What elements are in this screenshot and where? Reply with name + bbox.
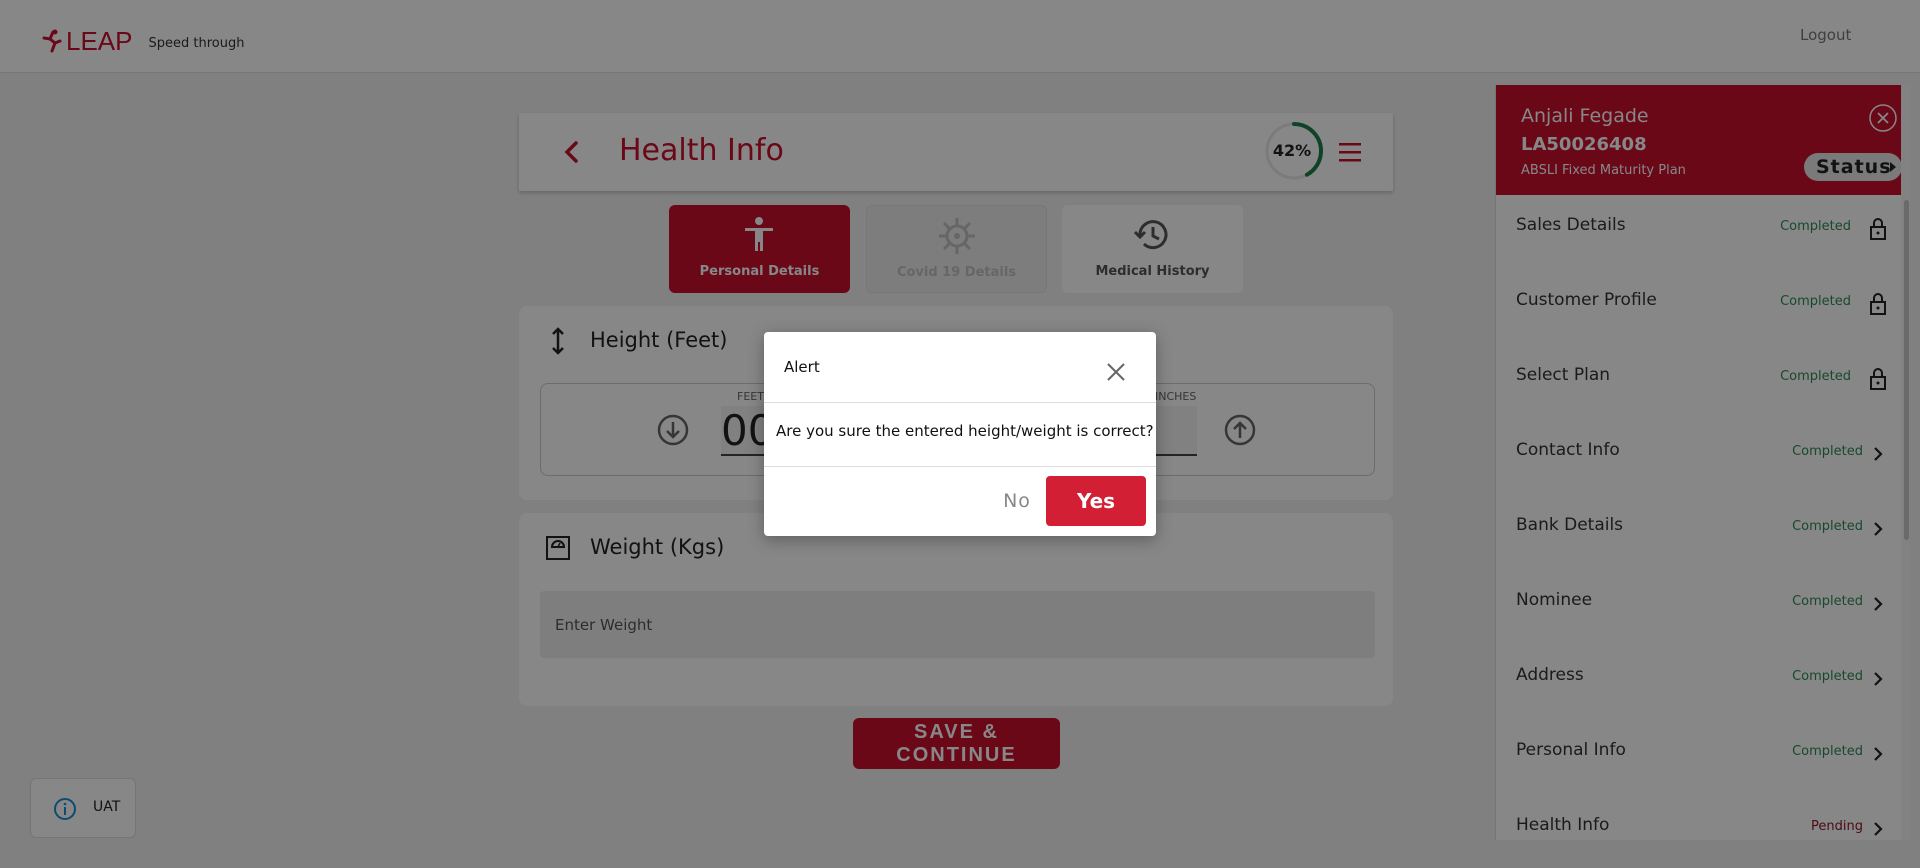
dialog-divider [764,466,1156,467]
dialog-message: Are you sure the entered height/weight i… [776,422,1154,440]
close-icon[interactable] [1104,360,1128,384]
yes-button[interactable]: Yes [1046,476,1146,526]
no-button[interactable]: No [982,476,1052,526]
dialog-divider [764,402,1156,403]
dialog-title: Alert [784,358,820,376]
alert-dialog: Alert Are you sure the entered height/we… [764,332,1156,536]
